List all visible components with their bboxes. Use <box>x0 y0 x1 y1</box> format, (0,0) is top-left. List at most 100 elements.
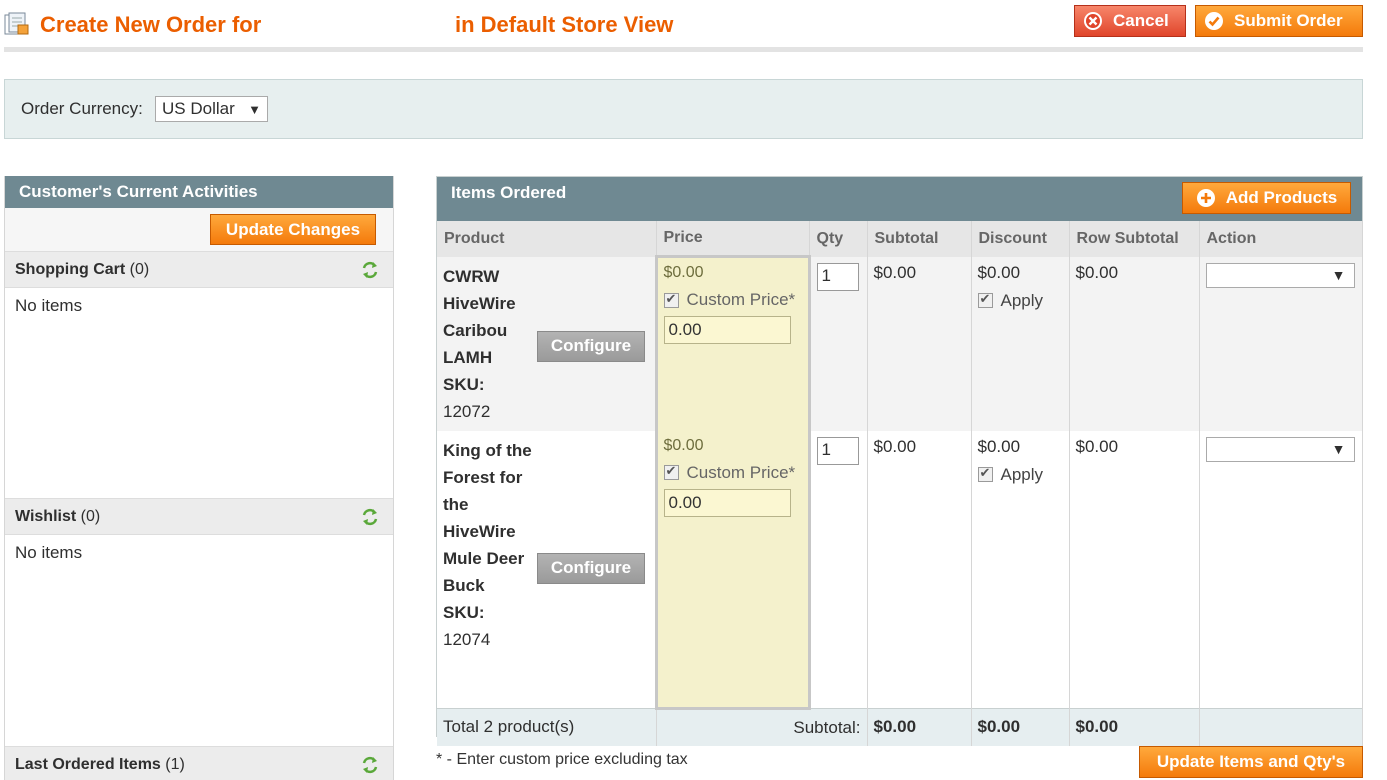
action-cell: ▼ <box>1199 256 1363 431</box>
shopping-cart-count: (0) <box>129 261 150 278</box>
totals-row-subtotal: $0.00 <box>1069 708 1200 746</box>
checkbox-checked-icon <box>663 463 679 480</box>
table-header-row: Product Price Qty Subtotal Discount Row … <box>437 221 1363 257</box>
totals-subtotal: $0.00 <box>867 708 972 746</box>
action-select[interactable]: ▼ <box>1205 436 1355 462</box>
currency-selected: US Dollar <box>162 99 235 118</box>
custom-price-label: Custom Price* <box>686 290 796 309</box>
qty-input[interactable]: 1 <box>816 436 859 465</box>
last-ordered-header: Last Ordered Items (1) <box>5 747 393 780</box>
cancel-button[interactable]: Cancel <box>1074 5 1186 37</box>
product-name: CWRW HiveWire Caribou LAMH <box>443 266 516 367</box>
plus-circle-icon <box>1196 189 1215 207</box>
currency-bar: Order Currency: US Dollar ▼ <box>4 79 1363 139</box>
sku-label: SKU: <box>443 602 485 622</box>
totals-label: Total 2 product(s) <box>437 708 657 746</box>
price-cell: $0.00 Custom Price* 0.00 <box>654 255 811 431</box>
configure-button[interactable]: Configure <box>537 552 645 584</box>
refresh-icon[interactable] <box>361 755 379 775</box>
col-action: Action <box>1199 221 1363 257</box>
add-products-label: Add Products <box>1225 188 1338 207</box>
custom-price-note: * - Enter custom price excluding tax <box>436 751 688 768</box>
checkbox-checked-icon <box>977 291 993 308</box>
checkbox-checked-icon <box>977 465 993 482</box>
col-row-subtotal: Row Subtotal <box>1069 221 1200 257</box>
check-circle-icon <box>1205 12 1223 30</box>
table-row: CWRW HiveWire Caribou LAMH SKU: 12072 Co… <box>437 255 1363 431</box>
wishlist-empty: No items <box>15 543 83 562</box>
custom-price-input[interactable]: 0.00 <box>663 488 791 517</box>
page-header: Create New Order for in Default Store Vi… <box>4 0 1363 52</box>
refresh-icon[interactable] <box>361 507 379 527</box>
add-products-button[interactable]: Add Products <box>1182 182 1351 214</box>
col-discount: Discount <box>971 221 1070 257</box>
items-ordered-title: Items Ordered <box>451 183 567 202</box>
product-sku: 12072 <box>443 401 491 421</box>
product-sku: 12074 <box>443 629 491 649</box>
shopping-cart-header: Shopping Cart (0) <box>5 252 393 288</box>
col-price: Price <box>656 221 810 257</box>
custom-price-checkbox[interactable]: Custom Price* <box>663 462 802 483</box>
apply-label: Apply <box>1000 290 1044 310</box>
cancel-label: Cancel <box>1113 11 1169 30</box>
apply-label: Apply <box>1000 464 1044 484</box>
last-ordered-count: (1) <box>165 756 185 773</box>
subtotal-cell: $0.00 <box>867 430 972 709</box>
custom-price-input[interactable]: 0.00 <box>663 316 791 344</box>
wishlist-body: No items <box>5 535 393 747</box>
qty-input[interactable]: 1 <box>816 262 859 291</box>
apply-discount-checkbox[interactable]: Apply <box>977 464 1063 485</box>
row-subtotal-cell: $0.00 <box>1069 256 1200 431</box>
totals-action-cell <box>1199 708 1363 746</box>
page-title-store: in Default Store View <box>455 12 674 37</box>
product-cell: King of the Forest for the HiveWire Mule… <box>437 430 657 709</box>
discount-value: $0.00 <box>977 436 1021 456</box>
discount-cell: $0.00 Apply <box>971 430 1070 709</box>
shopping-cart-empty: No items <box>15 296 83 315</box>
qty-cell: 1 <box>809 430 868 709</box>
configure-button[interactable]: Configure <box>537 330 645 362</box>
price-value: $0.00 <box>663 436 704 454</box>
currency-select[interactable]: US Dollar ▼ <box>155 96 268 122</box>
totals-row: Total 2 product(s) Subtotal: $0.00 $0.00… <box>437 708 1363 746</box>
sidebar-title: Customer's Current Activities <box>5 176 393 208</box>
sku-label: SKU: <box>443 374 485 394</box>
totals-subtotal-label: Subtotal: <box>656 708 868 746</box>
sidebar-toolbar: Update Changes <box>5 208 393 252</box>
items-ordered-header: Items Ordered Add Products <box>437 177 1362 221</box>
wishlist-header: Wishlist (0) <box>5 499 393 535</box>
dropdown-arrow-icon: ▼ <box>248 101 261 117</box>
action-select[interactable]: ▼ <box>1205 262 1355 288</box>
price-value: $0.00 <box>663 264 704 281</box>
items-ordered-panel: Items Ordered Add Products Product Price… <box>436 176 1363 746</box>
apply-discount-checkbox[interactable]: Apply <box>977 290 1063 311</box>
update-items-button[interactable]: Update Items and Qty's <box>1139 746 1363 778</box>
shopping-cart-body: No items <box>5 288 393 499</box>
currency-label: Order Currency: <box>21 99 143 118</box>
custom-price-label: Custom Price* <box>686 462 796 482</box>
col-qty: Qty <box>809 221 868 257</box>
action-cell: ▼ <box>1199 430 1363 709</box>
wishlist-count: (0) <box>80 508 101 525</box>
cancel-icon <box>1084 12 1102 30</box>
table-row: King of the Forest for the HiveWire Mule… <box>437 430 1363 710</box>
items-table: Product Price Qty Subtotal Discount Row … <box>437 221 1363 746</box>
wishlist-title: Wishlist <box>15 508 77 525</box>
custom-price-checkbox[interactable]: Custom Price* <box>663 290 802 310</box>
update-changes-button[interactable]: Update Changes <box>210 214 376 245</box>
price-cell: $0.00 Custom Price* 0.00 <box>654 430 811 710</box>
product-name: King of the Forest for the HiveWire Mule… <box>443 440 532 595</box>
col-product: Product <box>437 221 657 257</box>
submit-order-button[interactable]: Submit Order <box>1195 5 1363 37</box>
discount-value: $0.00 <box>977 262 1021 282</box>
dropdown-arrow-icon: ▼ <box>1331 267 1346 283</box>
customer-activities-sidebar: Customer's Current Activities Update Cha… <box>4 176 394 780</box>
discount-cell: $0.00 Apply <box>971 256 1070 431</box>
qty-cell: 1 <box>809 256 868 431</box>
refresh-icon[interactable] <box>361 260 379 280</box>
dropdown-arrow-icon: ▼ <box>1331 441 1346 457</box>
row-subtotal-cell: $0.00 <box>1069 430 1200 709</box>
page-title: Create New Order for <box>40 12 262 37</box>
subtotal-cell: $0.00 <box>867 256 972 431</box>
order-icon <box>4 12 29 35</box>
